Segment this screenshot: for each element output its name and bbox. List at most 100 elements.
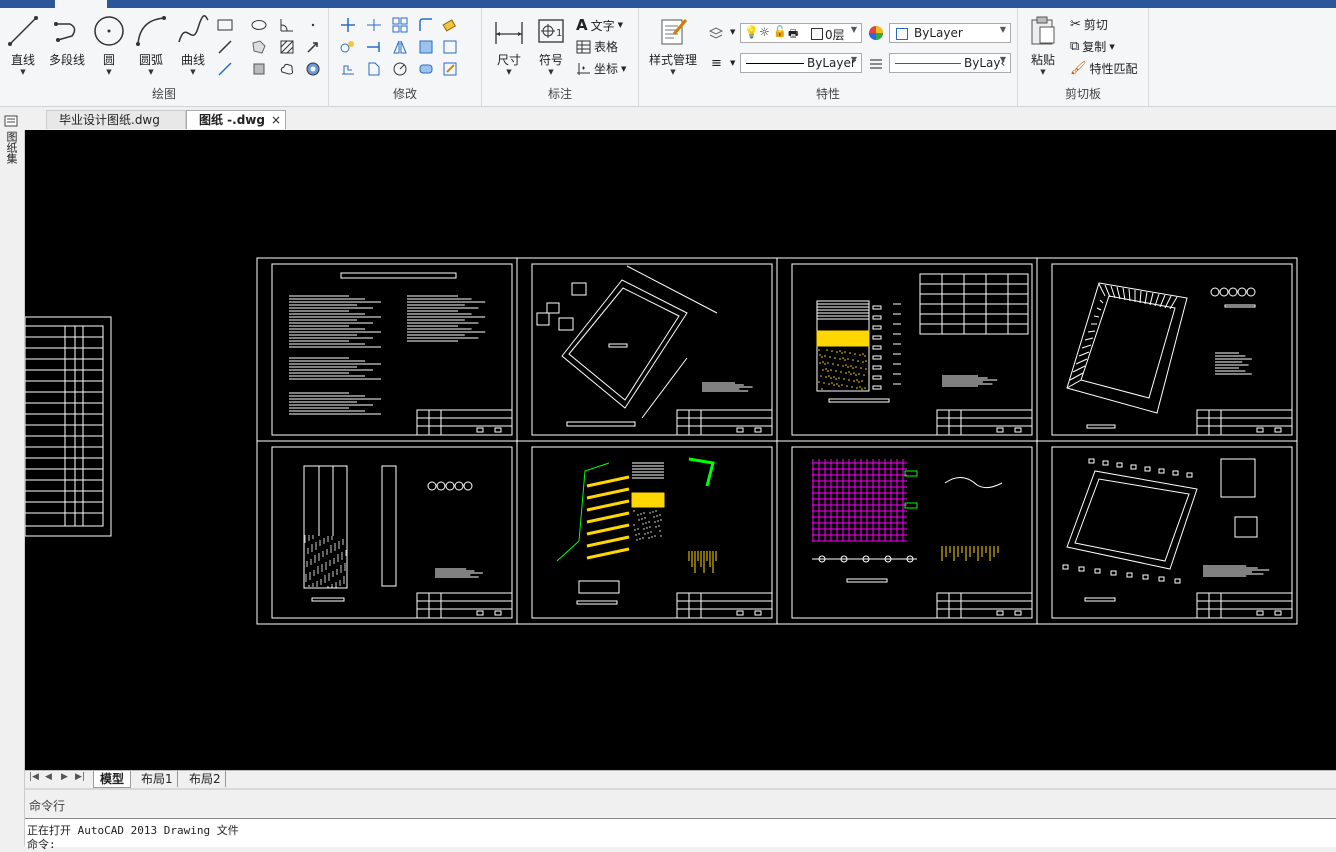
offset-icon[interactable] [365, 60, 383, 78]
truss-member [1087, 330, 1096, 333]
copy-button[interactable]: ⧉ 复制 ▼ [1070, 38, 1115, 55]
chevron-down-icon[interactable]: ▼ [730, 59, 735, 67]
donut-icon[interactable] [304, 60, 322, 78]
region-icon[interactable] [250, 38, 268, 56]
layout-tab-layout2[interactable]: 布局2 [185, 771, 226, 787]
sheet-set-button[interactable]: 图纸集 [3, 114, 21, 164]
document-tab[interactable]: 毕业设计图纸.dwg [46, 110, 186, 129]
cut-button[interactable]: ✂ 剪切 [1070, 16, 1108, 33]
arc-button[interactable]: 圆弧 ▼ [132, 14, 170, 76]
soil-dot [839, 358, 841, 360]
close-icon[interactable]: × [271, 111, 281, 130]
document-tab-active[interactable]: 图纸 -.dwg × [186, 110, 286, 129]
scale-icon[interactable] [417, 38, 435, 56]
concrete-dot [318, 555, 320, 557]
eraser-icon[interactable] [441, 16, 459, 34]
sheet-inner-frame [791, 263, 1033, 436]
array-icon[interactable] [391, 16, 409, 34]
chevron-down-icon[interactable]: ▼ [618, 21, 623, 29]
table-button[interactable]: 表格 [576, 38, 618, 55]
chevron-down-icon[interactable]: ▼ [621, 65, 626, 73]
rotate-icon[interactable] [391, 60, 409, 78]
truss-member [1104, 284, 1111, 298]
next-layout-icon[interactable]: ▶ [61, 772, 68, 782]
match-properties-button[interactable]: 🖌 特性匹配 [1070, 60, 1138, 77]
color-wheel-icon[interactable] [867, 24, 885, 42]
concrete-dot [341, 558, 343, 560]
chevron-down-icon[interactable]: ▼ [132, 68, 170, 76]
fillet-icon[interactable] [417, 16, 435, 34]
symbol-button[interactable]: 1 符号 ▼ [532, 14, 570, 76]
angle-icon[interactable] [278, 16, 296, 34]
chevron-down-icon[interactable]: ▼ [532, 68, 570, 76]
chevron-down-icon[interactable]: ▼ [174, 68, 212, 76]
construction-line-icon[interactable] [216, 38, 234, 56]
ellipse-icon[interactable] [250, 16, 268, 34]
command-history[interactable]: 正在打开 AutoCAD 2013 Drawing 文件 命令: [25, 818, 1336, 851]
list-icon[interactable]: ≡ [711, 56, 722, 71]
cloud-icon[interactable] [278, 60, 296, 78]
coordinate-button[interactable]: 坐标 ▼ [576, 60, 626, 77]
concrete-dot [331, 584, 333, 586]
layout-tab-model[interactable]: 模型 [93, 771, 132, 788]
edit-icon[interactable] [441, 60, 459, 78]
concrete-dot [325, 564, 327, 566]
soil-dot [848, 379, 850, 381]
circle-button[interactable]: 圆 ▼ [90, 14, 128, 76]
hatch-icon[interactable] [278, 38, 296, 56]
curve-button[interactable]: 曲线 ▼ [174, 14, 212, 76]
paste-button[interactable]: 粘贴 ▼ [1024, 14, 1062, 76]
rebar-circle [445, 481, 455, 491]
concrete-dot [323, 538, 325, 540]
chevron-down-icon[interactable]: ▼ [1109, 43, 1114, 51]
chevron-down-icon[interactable]: ▼ [90, 68, 128, 76]
line-button[interactable]: 直线 ▼ [4, 14, 42, 76]
stretch-icon[interactable] [339, 60, 357, 78]
copy-object-icon[interactable] [339, 38, 357, 56]
line-sample-red [895, 63, 961, 64]
lineweight-select[interactable]: ByLay‹ ▼ [889, 53, 1011, 73]
soil-dot [644, 517, 646, 519]
drawing-canvas[interactable] [25, 130, 1336, 770]
dimension-button[interactable]: 尺寸 ▼ [490, 14, 528, 76]
mirror-icon[interactable] [391, 38, 409, 56]
soil-dot [654, 521, 656, 523]
drawing-line [494, 610, 502, 616]
explode-icon[interactable] [441, 38, 459, 56]
extend-icon[interactable] [365, 38, 383, 56]
polyline-button[interactable]: 多段线 [46, 14, 88, 68]
ray-icon[interactable] [216, 60, 234, 78]
chevron-down-icon[interactable]: ▼ [4, 68, 42, 76]
text-button[interactable]: A 文字 ▼ [576, 16, 623, 34]
layer-properties-icon[interactable] [707, 24, 725, 42]
concrete-dot [304, 541, 306, 543]
concrete-dot [310, 559, 312, 561]
chevron-down-icon[interactable]: ▼ [730, 28, 735, 36]
point-icon[interactable] [304, 16, 322, 34]
chevron-down-icon[interactable]: ▼ [490, 68, 528, 76]
layer-select[interactable]: 💡 ☼ 🔓 🖶 0层 ▼ [740, 23, 862, 43]
truss-member [1169, 296, 1178, 310]
lineweight-icon[interactable] [867, 55, 885, 73]
title-block [1196, 409, 1293, 436]
first-layout-icon[interactable]: |◀ [29, 772, 39, 782]
trim-icon[interactable] [365, 16, 383, 34]
chevron-down-icon[interactable]: ▼ [645, 68, 701, 76]
arrow-icon[interactable] [304, 38, 322, 56]
last-layout-icon[interactable]: ▶| [75, 772, 85, 782]
style-manager-button[interactable]: 样式管理 ▼ [645, 14, 701, 76]
layout-tab-layout1[interactable]: 布局1 [137, 771, 178, 787]
pile-marker [1174, 578, 1181, 584]
rectangle-icon[interactable] [216, 16, 234, 34]
linetype-select[interactable]: ByLayer ▼ [740, 53, 862, 73]
concrete-dot [342, 543, 344, 545]
join-icon[interactable] [417, 60, 435, 78]
block-icon[interactable] [250, 60, 268, 78]
prev-layout-icon[interactable]: ◀ [45, 772, 52, 782]
draw-panel-title: 绘图 [151, 87, 176, 101]
concrete-dot [345, 550, 347, 552]
chevron-down-icon[interactable]: ▼ [1024, 68, 1062, 76]
color-select[interactable]: ByLayer ▼ [889, 23, 1011, 43]
active-ribbon-tab[interactable] [55, 0, 107, 8]
move-icon[interactable] [339, 16, 357, 34]
